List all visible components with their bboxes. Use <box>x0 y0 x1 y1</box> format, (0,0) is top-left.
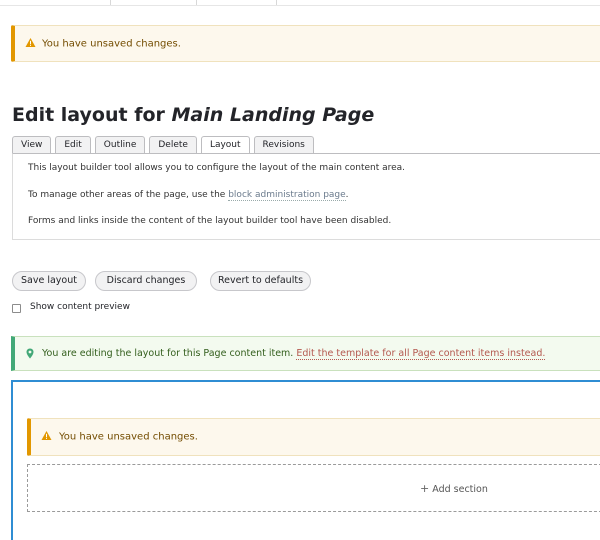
info-line-2: To manage other areas of the page, use t… <box>28 190 349 201</box>
save-layout-button[interactable]: Save layout <box>12 271 86 291</box>
map-pin-icon <box>26 348 34 362</box>
warning-triangle-icon <box>25 37 36 50</box>
status-text: You are editing the layout for this Page… <box>42 348 546 360</box>
show-content-preview-checkbox[interactable] <box>12 304 21 313</box>
plus-icon: + <box>420 482 430 495</box>
add-section-content: + Add section <box>420 482 488 495</box>
layout-builder-info: This layout builder tool allows you to c… <box>12 153 600 240</box>
title-prefix: Edit layout for <box>12 104 165 126</box>
top-strip-divider <box>276 0 277 5</box>
builder-warning-text: You have unsaved changes. <box>59 431 198 443</box>
info-line-3: Forms and links inside the content of th… <box>28 216 392 226</box>
show-content-preview-label[interactable]: Show content preview <box>30 302 130 312</box>
add-section-button[interactable]: + Add section <box>27 464 600 512</box>
tab-revisions[interactable]: Revisions <box>253 136 314 153</box>
tab-layout[interactable]: Layout <box>200 136 250 154</box>
tab-delete[interactable]: Delete <box>149 136 197 153</box>
layout-builder-region <box>11 380 600 540</box>
page-title: Edit layout for Main Landing Page <box>12 104 374 126</box>
info-line-1: This layout builder tool allows you to c… <box>28 163 406 173</box>
info-line-2-suffix: . <box>345 190 349 200</box>
layout-override-status: You are editing the layout for this Page… <box>11 336 600 371</box>
top-strip-divider <box>110 0 111 5</box>
unsaved-changes-warning: You have unsaved changes. <box>11 25 600 62</box>
block-administration-link[interactable]: block administration page <box>228 190 346 201</box>
builder-unsaved-changes-warning: You have unsaved changes. <box>27 418 600 456</box>
tab-outline[interactable]: Outline <box>94 136 146 153</box>
title-entity: Main Landing Page <box>171 104 375 126</box>
revert-to-defaults-button[interactable]: Revert to defaults <box>210 271 311 291</box>
edit-template-link[interactable]: Edit the template for all Page content i… <box>296 348 546 360</box>
add-section-label: Add section <box>432 484 488 495</box>
status-message: You are editing the layout for this Page… <box>42 348 294 359</box>
tab-view[interactable]: View <box>12 136 52 153</box>
tab-edit[interactable]: Edit <box>55 136 91 153</box>
local-tasks-tabs: View Edit Outline Delete Layout Revision… <box>12 136 314 154</box>
info-line-2-prefix: To manage other areas of the page, use t… <box>28 190 226 200</box>
top-tab-strip <box>0 0 600 6</box>
warning-triangle-icon <box>41 431 52 444</box>
top-strip-divider <box>196 0 197 5</box>
discard-changes-button[interactable]: Discard changes <box>95 271 197 291</box>
warning-text: You have unsaved changes. <box>42 38 181 49</box>
